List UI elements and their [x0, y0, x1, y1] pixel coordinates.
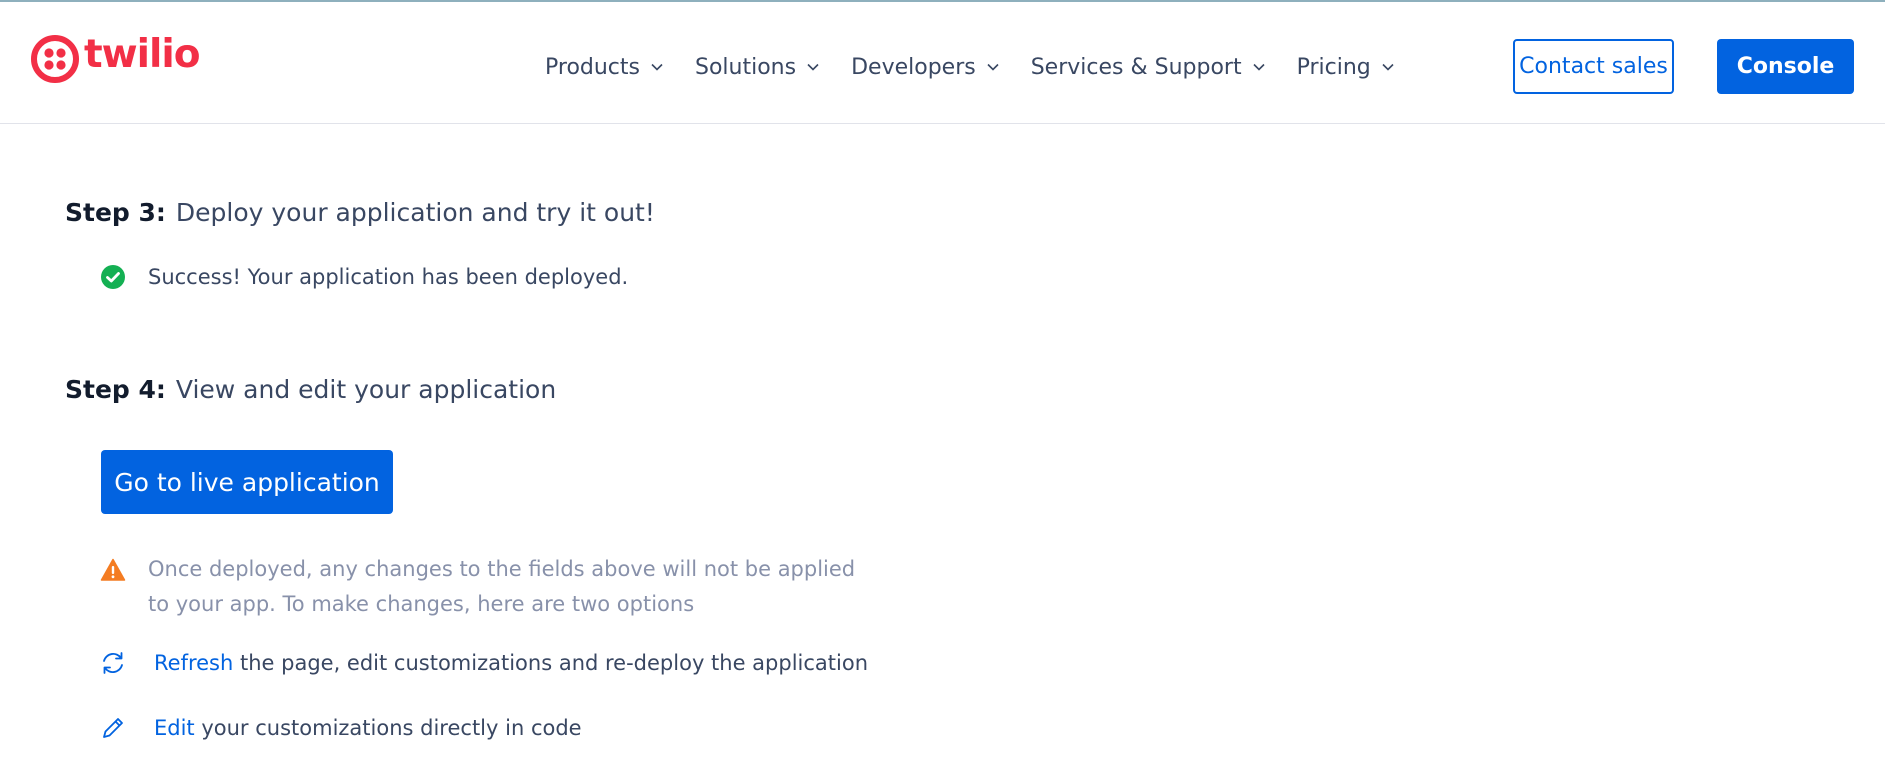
nav-solutions[interactable]: Solutions [695, 55, 820, 80]
edit-link[interactable]: Edit [154, 716, 195, 740]
deploy-success-message: Success! Your application has been deplo… [100, 262, 628, 292]
refresh-text: Refresh the page, edit customizations an… [154, 648, 868, 678]
warning-triangle-icon [100, 558, 126, 581]
step-3-number: Step 3: [65, 198, 166, 227]
go-to-live-application-button[interactable]: Go to live application [101, 450, 393, 514]
main-nav: Products Solutions Developers Services &… [545, 44, 1426, 90]
nav-products-label: Products [545, 54, 640, 80]
logo-wordmark: twilio [84, 32, 201, 77]
chevron-down-icon [1382, 63, 1394, 71]
warning-text: Once deployed, any changes to the fields… [148, 557, 856, 616]
nav-products[interactable]: Products [545, 55, 664, 80]
step-4-heading: Step 4: View and edit your application [65, 375, 556, 404]
success-text: Success! Your application has been deplo… [148, 265, 629, 289]
contact-sales-button[interactable]: Contact sales [1513, 39, 1674, 94]
twilio-logo[interactable]: twilio [30, 32, 201, 84]
nav-pricing-label: Pricing [1296, 54, 1371, 80]
refresh-icon[interactable] [100, 650, 126, 676]
nav-services-support[interactable]: Services & Support [1031, 55, 1266, 80]
console-button[interactable]: Console [1717, 39, 1854, 94]
check-circle-icon [101, 265, 125, 289]
deploy-warning-message: Once deployed, any changes to the fields… [100, 552, 860, 622]
chevron-down-icon [1253, 63, 1265, 71]
refresh-option: Refresh the page, edit customizations an… [100, 648, 868, 678]
step-4-title: View and edit your application [175, 375, 557, 404]
edit-text: Edit your customizations directly in cod… [154, 713, 582, 743]
edit-rest-text: your customizations directly in code [194, 716, 582, 740]
nav-developers[interactable]: Developers [851, 55, 1000, 80]
chevron-down-icon [651, 63, 663, 71]
chevron-down-icon [807, 63, 819, 71]
nav-solutions-label: Solutions [695, 54, 797, 80]
step-3-title: Deploy your application and try it out! [175, 198, 655, 227]
site-header: twilio Products Solutions Developers Ser… [0, 2, 1885, 124]
step-4-number: Step 4: [65, 375, 166, 404]
nav-developers-label: Developers [851, 54, 976, 80]
twilio-logo-icon [31, 35, 79, 83]
refresh-link[interactable]: Refresh [154, 651, 233, 675]
nav-services-support-label: Services & Support [1030, 54, 1242, 80]
chevron-down-icon [987, 63, 999, 71]
step-3-heading: Step 3: Deploy your application and try i… [65, 198, 655, 227]
refresh-rest-text: the page, edit customizations and re-dep… [233, 651, 869, 675]
nav-pricing[interactable]: Pricing [1297, 55, 1395, 80]
edit-option: Edit your customizations directly in cod… [100, 713, 582, 743]
pencil-icon[interactable] [100, 715, 126, 741]
